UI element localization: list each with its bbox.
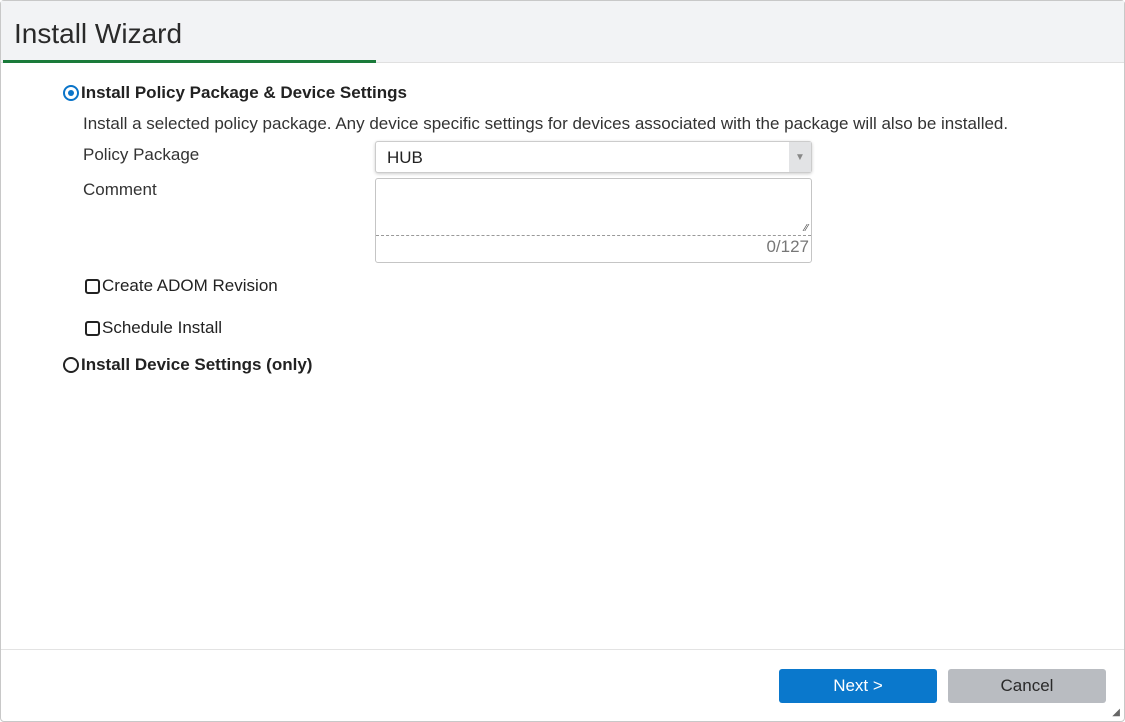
cancel-button[interactable]: Cancel [948, 669, 1106, 703]
radio-install-policy-package[interactable]: Install Policy Package & Device Settings [63, 83, 407, 103]
policy-package-value: HUB [387, 148, 423, 167]
schedule-install-checkbox[interactable]: Schedule Install [85, 318, 222, 338]
checkbox-icon [85, 320, 100, 336]
checkbox-label: Schedule Install [102, 318, 223, 337]
divider [376, 235, 811, 236]
comment-label: Comment [83, 180, 157, 199]
dialog-title: Install Wizard [14, 18, 183, 49]
dialog-header: Install Wizard [1, 1, 1124, 63]
comment-textarea[interactable]: ⁄⁄ 0/127 [375, 178, 812, 263]
policy-description: Install a selected policy package. Any d… [83, 114, 1009, 133]
chevron-down-icon[interactable]: ▼ [789, 142, 811, 172]
create-adom-revision-checkbox[interactable]: Create ADOM Revision [85, 276, 278, 296]
resize-grip-icon[interactable]: ⁄⁄ [805, 223, 808, 234]
comment-counter: 0/127 [766, 237, 809, 256]
checkbox-label: Create ADOM Revision [102, 276, 278, 295]
install-wizard-dialog: Install Wizard Install Policy Package & … [0, 0, 1125, 722]
checkbox-icon [85, 278, 100, 294]
radio-label: Install Policy Package & Device Settings [81, 83, 407, 102]
header-accent-bar [3, 60, 376, 63]
radio-unselected-icon [63, 357, 79, 373]
radio-install-device-settings[interactable]: Install Device Settings (only) [63, 355, 312, 375]
policy-package-select[interactable]: HUB ▼ [375, 141, 812, 173]
radio-selected-icon [63, 85, 79, 101]
next-button[interactable]: Next > [779, 669, 937, 703]
radio-label: Install Device Settings (only) [81, 355, 313, 374]
dialog-footer-divider [1, 649, 1124, 650]
dialog-resize-grip-icon[interactable]: ◢ [1112, 707, 1120, 718]
policy-package-label: Policy Package [83, 145, 200, 164]
